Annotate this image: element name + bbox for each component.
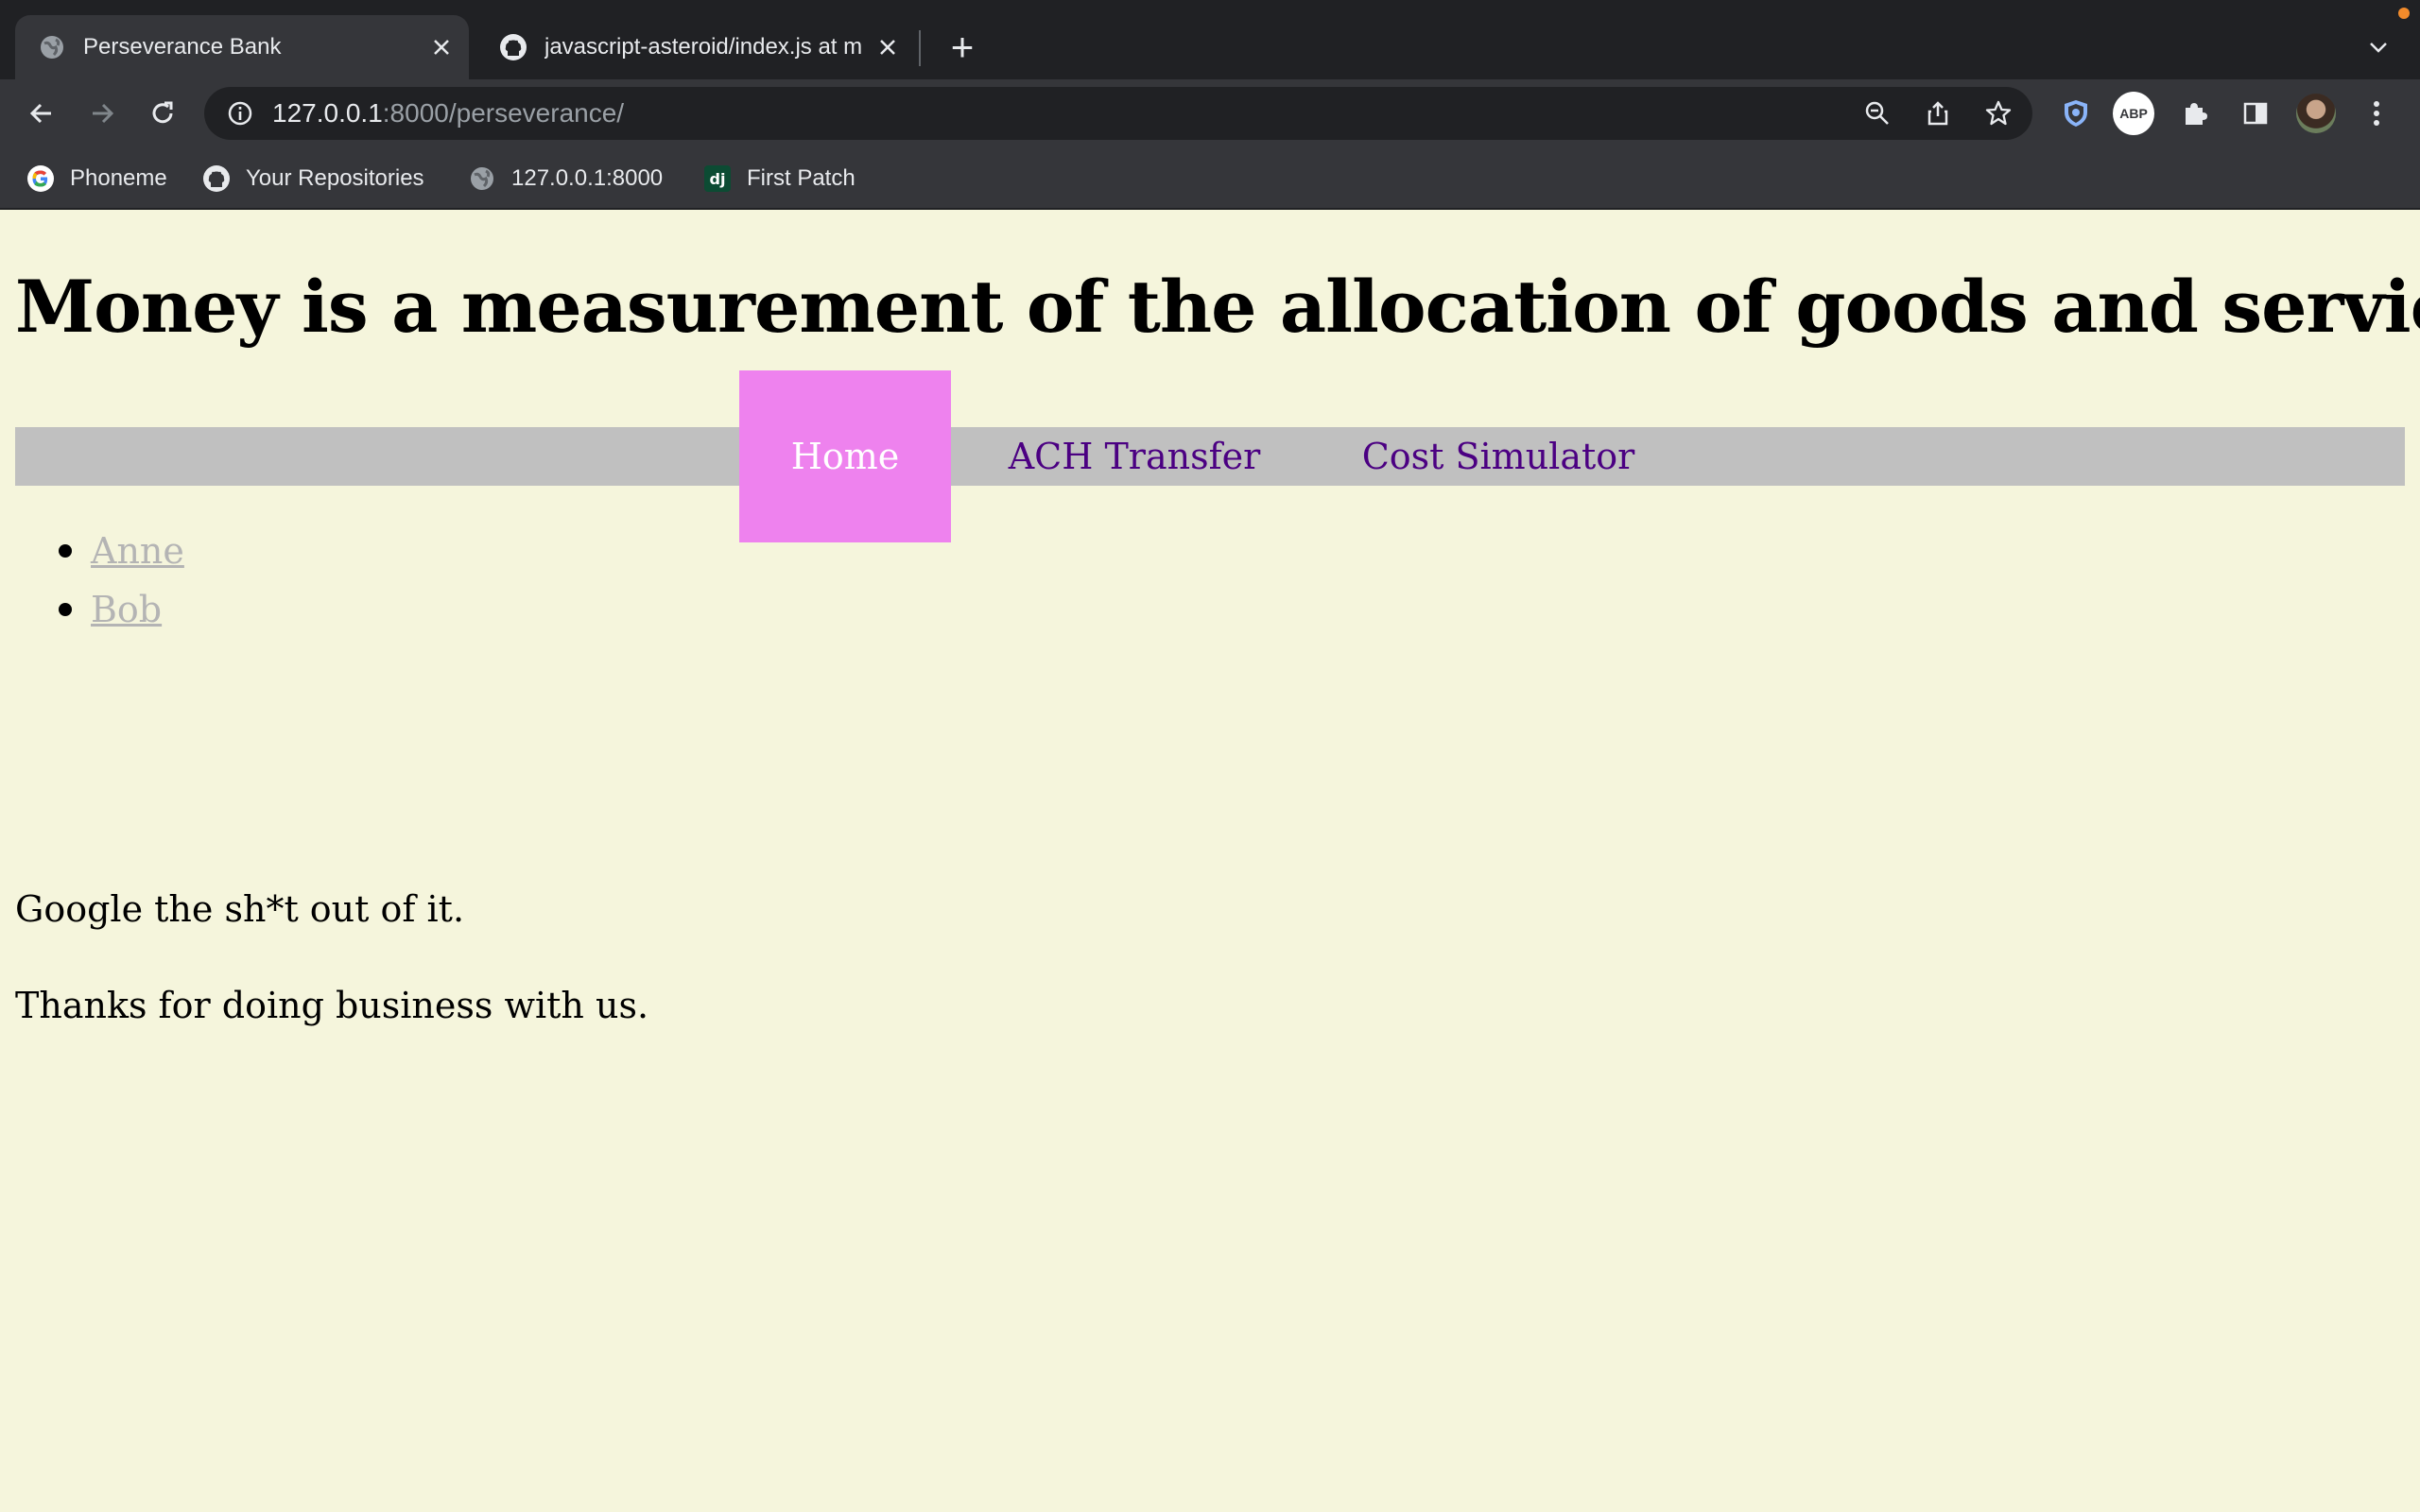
globe-icon bbox=[468, 164, 496, 193]
bookmark-first-patch[interactable]: dj First Patch bbox=[703, 161, 856, 197]
nav-cost-simulator[interactable]: Cost Simulator bbox=[1352, 427, 1645, 486]
back-icon[interactable] bbox=[21, 93, 62, 134]
github-icon bbox=[202, 164, 231, 193]
tab-title: javascript-asteroid/index.js at m bbox=[544, 34, 863, 60]
close-icon[interactable] bbox=[427, 33, 456, 61]
list-item: Anne bbox=[53, 522, 184, 580]
profile-avatar[interactable] bbox=[2295, 93, 2337, 134]
adblock-plus-icon[interactable]: ABP bbox=[2113, 92, 2154, 135]
bookmark-star-icon[interactable] bbox=[1981, 96, 2015, 130]
bullet bbox=[59, 603, 72, 616]
globe-icon bbox=[38, 33, 66, 61]
tab-separator bbox=[919, 30, 921, 66]
bookmark-localhost[interactable]: 127.0.0.1:8000 bbox=[468, 161, 663, 197]
django-icon: dj bbox=[703, 164, 732, 193]
tab-perseverance-bank[interactable]: Perseverance Bank bbox=[15, 15, 469, 79]
bookmark-label: Your Repositories bbox=[246, 165, 424, 191]
list-item: Bob bbox=[53, 580, 184, 639]
chevron-down-icon[interactable] bbox=[2360, 28, 2397, 66]
avatar bbox=[2296, 94, 2336, 133]
browser-toolbar: 127.0.0.1:8000/perseverance/ ABP bbox=[0, 79, 2420, 147]
bullet bbox=[59, 544, 72, 558]
url-path: :8000/perseverance/ bbox=[382, 98, 625, 128]
nav-home[interactable]: Home bbox=[739, 370, 951, 542]
reload-icon[interactable] bbox=[142, 93, 183, 134]
bookmark-your-repositories[interactable]: Your Repositories bbox=[202, 161, 424, 197]
page-title: Money is a measurement of the allocation… bbox=[15, 265, 2420, 349]
url-host: 127.0.0.1 bbox=[272, 98, 383, 128]
zoom-out-icon[interactable] bbox=[1860, 96, 1894, 130]
bookmark-label: 127.0.0.1:8000 bbox=[511, 165, 664, 191]
kebab-menu-icon[interactable] bbox=[2356, 93, 2397, 134]
address-bar[interactable]: 127.0.0.1:8000/perseverance/ bbox=[204, 87, 2032, 140]
tab-title: Perseverance Bank bbox=[83, 34, 282, 60]
shield-extension-icon[interactable] bbox=[2055, 93, 2097, 134]
close-icon[interactable] bbox=[873, 33, 902, 61]
tab-javascript-asteroid[interactable]: javascript-asteroid/index.js at m bbox=[476, 15, 915, 79]
info-icon[interactable] bbox=[223, 96, 257, 130]
forward-icon[interactable] bbox=[81, 93, 123, 134]
user-list: Anne Bob bbox=[53, 522, 184, 639]
tab-strip: Perseverance Bank javascript-asteroid/in… bbox=[0, 0, 2420, 79]
bookmark-phoneme[interactable]: Phoneme bbox=[26, 161, 167, 197]
new-tab-button[interactable]: + bbox=[942, 27, 983, 70]
puzzle-extensions-icon[interactable] bbox=[2174, 93, 2216, 134]
abp-badge: ABP bbox=[2113, 92, 2154, 135]
google-icon bbox=[26, 164, 55, 193]
side-panel-icon[interactable] bbox=[2235, 93, 2276, 134]
user-link-bob[interactable]: Bob bbox=[91, 589, 162, 630]
bookmark-label: First Patch bbox=[747, 165, 856, 191]
user-link-anne[interactable]: Anne bbox=[91, 530, 184, 572]
thanks-text: Thanks for doing business with us. bbox=[15, 985, 649, 1026]
github-icon bbox=[499, 33, 527, 61]
page-content: Money is a measurement of the allocation… bbox=[0, 210, 2420, 1512]
nav-ach-transfer[interactable]: ACH Transfer bbox=[993, 427, 1276, 486]
tip-text: Google the sh*t out of it. bbox=[15, 888, 465, 930]
svg-text:dj: dj bbox=[710, 170, 726, 188]
recording-indicator bbox=[2398, 8, 2410, 19]
bookmark-label: Phoneme bbox=[70, 165, 167, 191]
bookmarks-bar: Phoneme Your Repositories 127.0.0.1:8000… bbox=[0, 147, 2420, 210]
share-icon[interactable] bbox=[1921, 96, 1955, 130]
